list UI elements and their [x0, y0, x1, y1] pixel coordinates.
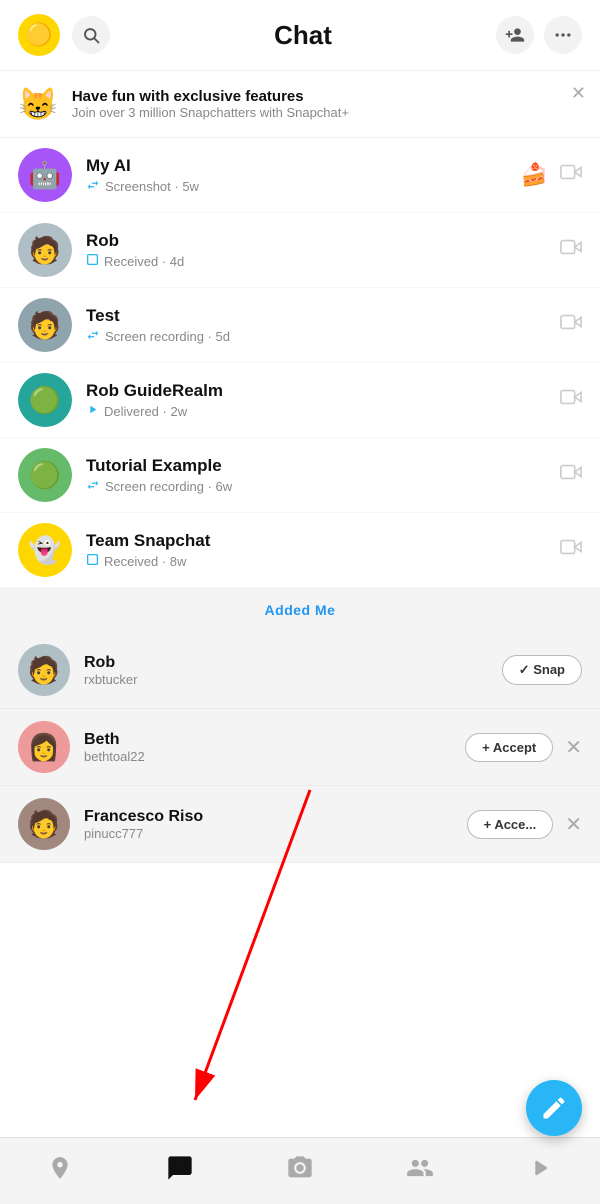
chat-list-item[interactable]: 🧑 Test Screen recording · 5d — [0, 288, 600, 363]
sub-text: Screen recording · 5d — [105, 329, 230, 344]
added-name: Beth — [84, 731, 465, 749]
dismiss-button[interactable]: ✕ — [565, 735, 582, 760]
camera-icon[interactable] — [560, 461, 582, 489]
chat-sub: Received · 8w — [86, 553, 560, 569]
sub-text: Screenshot · 5w — [105, 179, 199, 194]
promo-subtitle: Join over 3 million Snapchatters with Sn… — [72, 105, 349, 120]
header: 🟡 Chat — [0, 0, 600, 71]
chat-avatar: 🟢 — [18, 373, 72, 427]
chat-list-item[interactable]: 🟢 Tutorial Example Screen recording · 6w — [0, 438, 600, 513]
added-handle: pinucc777 — [84, 826, 467, 841]
main-scroll: 😸 Have fun with exclusive features Join … — [0, 71, 600, 943]
chat-sub: Received · 4d — [86, 253, 560, 269]
chat-sub: Screenshot · 5w — [86, 178, 560, 195]
sub-icon — [86, 478, 100, 495]
compose-fab-button[interactable] — [526, 1080, 582, 1136]
added-actions: ✓ Snap — [502, 655, 582, 685]
page-title: Chat — [110, 20, 496, 51]
chat-avatar: 👻 — [18, 523, 72, 577]
added-me-divider: Added Me — [0, 588, 600, 632]
added-me-item[interactable]: 👩 Beth bethtoal22 + Accept ✕ — [0, 709, 600, 786]
sub-text: Received · 4d — [104, 254, 184, 269]
chat-list-item[interactable]: 👻 Team Snapchat Received · 8w — [0, 513, 600, 588]
add-friend-button[interactable] — [496, 16, 534, 54]
chat-avatar: 🤖 — [18, 148, 72, 202]
nav-stories[interactable] — [515, 1148, 565, 1188]
added-actions: + Acce... ✕ — [467, 810, 582, 839]
added-me-item[interactable]: 🧑 Rob rxbtucker ✓ Snap — [0, 632, 600, 709]
chat-avatar: 🟢 — [18, 448, 72, 502]
sub-icon — [86, 403, 99, 419]
added-handle: bethtoal22 — [84, 749, 465, 764]
added-handle: rxbtucker — [84, 672, 502, 687]
sub-icon — [86, 553, 99, 569]
snap-button[interactable]: ✓ Snap — [502, 655, 582, 685]
chat-name: Team Snapchat — [86, 531, 560, 551]
added-name: Rob — [84, 654, 502, 672]
nav-camera[interactable] — [275, 1148, 325, 1188]
nav-chat[interactable] — [155, 1148, 205, 1188]
camera-icon[interactable] — [560, 161, 582, 189]
sub-icon — [86, 178, 100, 195]
chat-sub: Screen recording · 6w — [86, 478, 560, 495]
camera-icon[interactable] — [560, 311, 582, 339]
chat-name: Rob GuideRealm — [86, 381, 560, 401]
promo-emoji: 😸 — [18, 85, 58, 123]
chat-list: 🤖 My AI Screenshot · 5w 🍰 🧑 Rob Received… — [0, 138, 600, 588]
chat-avatar: 🧑 — [18, 298, 72, 352]
bottom-navigation — [0, 1137, 600, 1204]
added-me-list: 🧑 Rob rxbtucker ✓ Snap 👩 Beth bethtoal22… — [0, 632, 600, 863]
more-options-button[interactable] — [544, 16, 582, 54]
added-avatar: 🧑 — [18, 644, 70, 696]
chat-name: My AI — [86, 156, 560, 176]
promo-banner[interactable]: 😸 Have fun with exclusive features Join … — [0, 71, 600, 138]
chat-sub: Screen recording · 5d — [86, 328, 560, 345]
promo-title: Have fun with exclusive features — [72, 88, 349, 105]
chat-name: Test — [86, 306, 560, 326]
sub-text: Received · 8w — [104, 554, 186, 569]
dismiss-button[interactable]: ✕ — [565, 812, 582, 837]
accept-button[interactable]: + Acce... — [467, 810, 554, 839]
nav-friends[interactable] — [395, 1148, 445, 1188]
chat-avatar: 🧑 — [18, 223, 72, 277]
chat-sub: Delivered · 2w — [86, 403, 560, 419]
added-name: Francesco Riso — [84, 808, 467, 826]
camera-icon[interactable] — [560, 386, 582, 414]
search-button[interactable] — [72, 16, 110, 54]
chat-list-item[interactable]: 🟢 Rob GuideRealm Delivered · 2w — [0, 363, 600, 438]
chat-name: Rob — [86, 231, 560, 251]
chat-list-item[interactable]: 🧑 Rob Received · 4d — [0, 213, 600, 288]
sub-icon — [86, 328, 100, 345]
sub-icon — [86, 253, 99, 269]
camera-icon[interactable] — [560, 536, 582, 564]
added-avatar: 👩 — [18, 721, 70, 773]
added-me-item[interactable]: 🧑 Francesco Riso pinucc777 + Acce... ✕ — [0, 786, 600, 863]
promo-close-button[interactable]: ✕ — [571, 83, 586, 104]
sub-text: Screen recording · 6w — [105, 479, 232, 494]
camera-icon[interactable] — [560, 236, 582, 264]
chat-name: Tutorial Example — [86, 456, 560, 476]
added-actions: + Accept ✕ — [465, 733, 582, 762]
chat-list-item[interactable]: 🤖 My AI Screenshot · 5w 🍰 — [0, 138, 600, 213]
accept-button[interactable]: + Accept — [465, 733, 553, 762]
added-avatar: 🧑 — [18, 798, 70, 850]
user-avatar[interactable]: 🟡 — [18, 14, 60, 56]
nav-map[interactable] — [35, 1148, 85, 1188]
sub-text: Delivered · 2w — [104, 404, 187, 419]
